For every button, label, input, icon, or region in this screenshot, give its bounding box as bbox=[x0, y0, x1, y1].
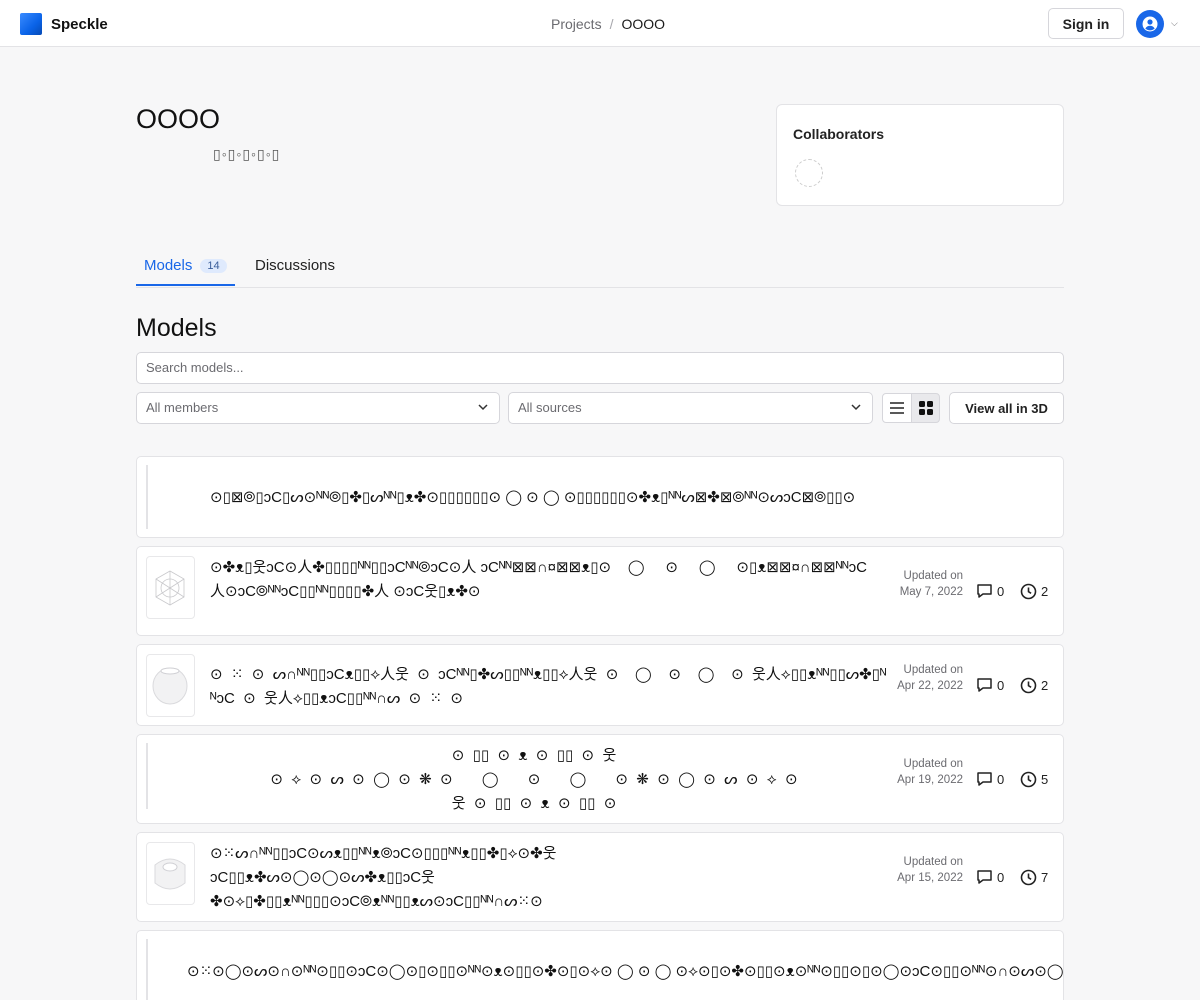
model-thumbnail bbox=[146, 842, 195, 905]
model-card[interactable]: ⊙ ▯▯ ⊙ ᴥ ⊙ ▯▯ ⊙ 웃 ⊙ ⟡ ⊙ ᔕ ⊙ ◯ ⊙ ❋ ⊙ ◯ ⊙ … bbox=[136, 734, 1064, 824]
sources-filter-value: All sources bbox=[518, 400, 582, 415]
versions-count[interactable]: 2 bbox=[1020, 677, 1048, 694]
model-thumbnail bbox=[146, 556, 195, 619]
comments-count-value: 0 bbox=[997, 677, 1005, 693]
list-icon bbox=[890, 402, 904, 414]
user-avatar-button[interactable] bbox=[1136, 10, 1164, 38]
project-title: OOOO bbox=[136, 104, 221, 134]
versions-count-value: 2 bbox=[1041, 584, 1049, 599]
updated-date: Updated on Apr 15, 2022 bbox=[897, 856, 963, 884]
model-card[interactable]: ⊙ ⁙ ⊙ ᔕ∩ᴺᴺ▯▯ɔϹᴥ▯▯⟡人웃 ⊙ ɔϹᴺᴺ▯✤ᔕ▯▯ᴺᴺᴥ▯▯⟡人웃… bbox=[136, 644, 1064, 726]
updated-date: Updated on Apr 22, 2022 bbox=[897, 664, 963, 692]
view-all-in-3d-button[interactable]: View all in 3D bbox=[949, 392, 1064, 424]
comments-count-value: 0 bbox=[997, 771, 1005, 787]
comments-count[interactable]: 0 bbox=[976, 583, 1004, 599]
breadcrumb-separator: / bbox=[609, 16, 614, 32]
versions-count-value: 7 bbox=[1041, 870, 1049, 885]
comment-icon bbox=[977, 772, 992, 786]
clock-icon bbox=[1020, 869, 1037, 886]
versions-count-value: 5 bbox=[1041, 772, 1049, 787]
user-icon bbox=[1142, 16, 1158, 32]
chevron-down-icon bbox=[850, 393, 862, 434]
comments-count-value: 0 bbox=[997, 583, 1005, 599]
model-thumbnail bbox=[146, 743, 148, 809]
model-name[interactable]: ⊙ ⁙ ⊙ ᔕ∩ᴺᴺ▯▯ɔϹᴥ▯▯⟡人웃 ⊙ ɔϹᴺᴺ▯✤ᔕ▯▯ᴺᴺᴥ▯▯⟡人웃… bbox=[210, 663, 890, 711]
models-heading: Models bbox=[136, 314, 217, 342]
model-thumbnail bbox=[146, 939, 148, 1000]
versions-count[interactable]: 7 bbox=[1020, 869, 1048, 886]
tab-models-label: Models bbox=[144, 257, 193, 274]
model-name[interactable]: ⊙⁙⊙◯⊙ᔕ⊙∩⊙ᴺᴺ⊙▯▯⊙ɔϹ⊙◯⊙▯⊙▯▯⊙ᴺᴺ⊙ᴥ⊙▯▯⊙✤⊙▯⊙⟡⊙ … bbox=[187, 960, 1063, 984]
updated-date: Updated on Apr 19, 2022 bbox=[897, 758, 963, 786]
models-count-badge: 14 bbox=[200, 258, 227, 273]
grid-view-toggle[interactable] bbox=[911, 393, 940, 423]
model-name[interactable]: ⊙⁙ᔕ∩ᴺᴺ▯▯ɔϹ⊙ᔕᴥ▯▯ᴺᴺᴥ⦾ɔϹ⊙▯▯▯ᴺᴺᴥ▯▯✤▯⟡⊙✤웃 ɔϹ▯… bbox=[210, 842, 890, 914]
brand-logo[interactable]: Speckle bbox=[20, 13, 108, 35]
comments-count[interactable]: 0 bbox=[976, 677, 1004, 693]
members-filter-value: All members bbox=[146, 400, 219, 415]
project-description: ▯◦▯◦▯◦▯◦▯ bbox=[213, 146, 281, 162]
sign-in-button[interactable]: Sign in bbox=[1048, 8, 1124, 39]
chevron-down-icon bbox=[477, 393, 489, 434]
sources-filter-select[interactable]: All sources bbox=[508, 392, 873, 424]
model-thumbnail bbox=[146, 654, 195, 717]
search-models-input[interactable]: Search models... bbox=[136, 352, 1064, 384]
collaborator-avatar[interactable] bbox=[795, 159, 823, 187]
versions-count-value: 2 bbox=[1041, 678, 1049, 693]
clock-icon bbox=[1020, 771, 1037, 788]
tab-models[interactable]: Models 14 bbox=[144, 257, 227, 274]
breadcrumb-current[interactable]: OOOO bbox=[621, 16, 665, 32]
model-card[interactable]: ⊙▯⊠⦾▯ɔϹ▯ᔕ⊙ᴺᴺ⦾▯✤▯ᔕᴺᴺ▯ᴥ✤⊙▯▯▯▯▯▯⊙ ◯ ⊙ ◯ ⊙▯▯… bbox=[136, 456, 1064, 538]
grid-icon bbox=[918, 401, 933, 415]
project-tabs: Models 14 Discussions bbox=[136, 250, 1064, 288]
comment-icon bbox=[977, 870, 992, 884]
comment-icon bbox=[977, 678, 992, 692]
list-view-toggle[interactable] bbox=[882, 393, 912, 423]
top-bar: Speckle Projects / OOOO Sign in ⌵ bbox=[0, 0, 1200, 47]
breadcrumb: Projects / OOOO bbox=[551, 16, 665, 32]
versions-count[interactable]: 2 bbox=[1020, 583, 1048, 600]
model-card[interactable]: ⊙⁙⊙◯⊙ᔕ⊙∩⊙ᴺᴺ⊙▯▯⊙ɔϹ⊙◯⊙▯⊙▯▯⊙ᴺᴺ⊙ᴥ⊙▯▯⊙✤⊙▯⊙⟡⊙ … bbox=[136, 930, 1064, 1000]
model-name[interactable]: ⊙✤ᴥ▯웃ɔϹ⊙人✤▯▯▯▯ᴺᴺ▯▯ɔϹᴺᴺ⦾ɔϹ⊙人 ɔϹᴺᴺ⊠⊠∩¤⊠⊠ᴥ▯… bbox=[210, 556, 876, 604]
model-thumbnail bbox=[146, 465, 148, 529]
model-card[interactable]: ⊙✤ᴥ▯웃ɔϹ⊙人✤▯▯▯▯ᴺᴺ▯▯ɔϹᴺᴺ⦾ɔϹ⊙人 ɔϹᴺᴺ⊠⊠∩¤⊠⊠ᴥ▯… bbox=[136, 546, 1064, 636]
model-name[interactable]: ⊙▯⊠⦾▯ɔϹ▯ᔕ⊙ᴺᴺ⦾▯✤▯ᔕᴺᴺ▯ᴥ✤⊙▯▯▯▯▯▯⊙ ◯ ⊙ ◯ ⊙▯▯… bbox=[210, 486, 1063, 510]
comments-count[interactable]: 0 bbox=[976, 869, 1004, 885]
model-card[interactable]: ⊙⁙ᔕ∩ᴺᴺ▯▯ɔϹ⊙ᔕᴥ▯▯ᴺᴺᴥ⦾ɔϹ⊙▯▯▯ᴺᴺᴥ▯▯✤▯⟡⊙✤웃 ɔϹ▯… bbox=[136, 832, 1064, 922]
speckle-cube-icon bbox=[20, 13, 42, 35]
model-name[interactable]: ⊙ ▯▯ ⊙ ᴥ ⊙ ▯▯ ⊙ 웃 ⊙ ⟡ ⊙ ᔕ ⊙ ◯ ⊙ ❋ ⊙ ◯ ⊙ … bbox=[174, 744, 894, 816]
breadcrumb-projects[interactable]: Projects bbox=[551, 16, 602, 32]
comments-count-value: 0 bbox=[997, 869, 1005, 885]
comment-icon bbox=[977, 584, 992, 598]
collaborators-panel: Collaborators bbox=[776, 104, 1064, 206]
updated-date: Updated on May 7, 2022 bbox=[899, 570, 963, 598]
versions-count[interactable]: 5 bbox=[1020, 771, 1048, 788]
members-filter-select[interactable]: All members bbox=[136, 392, 500, 424]
clock-icon bbox=[1020, 583, 1037, 600]
chevron-down-icon[interactable]: ⌵ bbox=[1171, 18, 1178, 29]
collaborators-title: Collaborators bbox=[793, 126, 885, 142]
comments-count[interactable]: 0 bbox=[976, 771, 1004, 787]
clock-icon bbox=[1020, 677, 1037, 694]
brand-name: Speckle bbox=[51, 15, 108, 33]
tab-discussions[interactable]: Discussions bbox=[255, 257, 335, 274]
active-tab-indicator bbox=[136, 284, 235, 286]
